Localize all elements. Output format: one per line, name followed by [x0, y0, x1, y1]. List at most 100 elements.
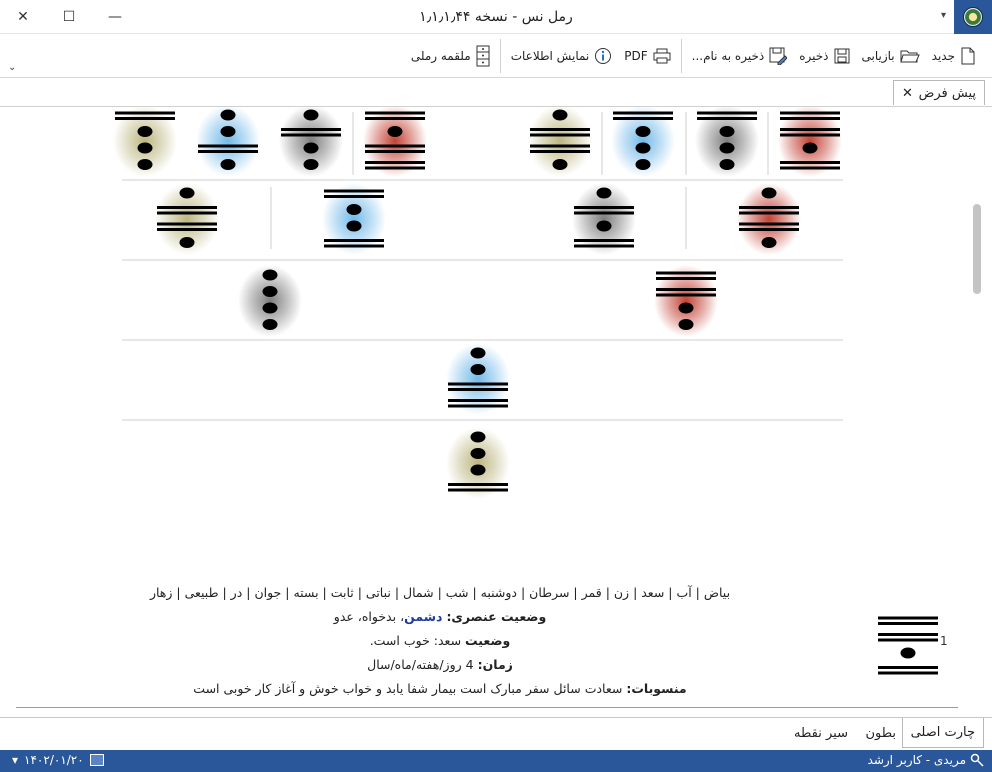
tab-wombs[interactable]: بطون — [857, 718, 904, 748]
ribbon-collapse-icon[interactable]: ⌄ — [8, 62, 16, 73]
figure-bar — [574, 206, 634, 209]
figure-bar — [878, 633, 938, 636]
figure-dot — [761, 187, 777, 199]
table-button[interactable]: ملقمه رملی — [405, 43, 496, 69]
app-logo[interactable] — [954, 0, 992, 34]
status-date[interactable]: ▾ ۱۴۰۲/۰۱/۲۰ — [12, 753, 104, 767]
open-button[interactable]: بازیابی — [856, 43, 926, 69]
show-info-button[interactable]: نمایش اطلاعات — [505, 43, 619, 69]
figure-dot — [552, 109, 568, 121]
document-tab-strip: پیش فرض ✕ — [0, 78, 992, 106]
figure-dot — [761, 237, 777, 248]
geomancy-chart — [113, 107, 938, 675]
figure-bar — [157, 222, 217, 226]
figure-bar — [448, 399, 508, 402]
figure-dot — [262, 319, 278, 330]
time-line: زمان: 4 روز/هفته/ماه/سال — [140, 657, 740, 672]
figure-dot — [220, 126, 236, 137]
ribbon-separator — [499, 39, 501, 73]
figure-bar — [780, 111, 840, 115]
printer-icon — [653, 48, 671, 64]
witness-figure — [654, 265, 718, 337]
pdf-button-label: PDF — [624, 49, 648, 63]
figure-dot — [678, 302, 694, 314]
show-info-button-label: نمایش اطلاعات — [510, 49, 590, 63]
figure-bar — [365, 166, 425, 170]
figure-dot — [303, 159, 319, 170]
close-tab-icon[interactable]: ✕ — [902, 86, 913, 101]
figure-bar — [365, 144, 425, 148]
figure-bar — [530, 133, 590, 137]
tab-default[interactable]: پیش فرض ✕ — [893, 80, 985, 105]
figure-bar — [324, 239, 384, 242]
figure-dot — [387, 126, 403, 137]
scrollbar-thumb[interactable] — [973, 204, 981, 294]
figure-bar — [198, 150, 258, 153]
tab-wombs-label: بطون — [865, 725, 896, 741]
figure-bar — [574, 239, 634, 242]
figure-bar — [324, 195, 384, 198]
figure-bar — [115, 117, 175, 120]
status-date-label: ۱۴۰۲/۰۱/۲۰ — [24, 753, 84, 767]
tab-main-chart[interactable]: چارت اصلی — [901, 718, 984, 748]
figure-bar — [448, 488, 508, 492]
status-value: سعد: خوب است. — [369, 633, 462, 648]
tab-default-label: پیش فرض — [918, 85, 976, 101]
figure-bar — [739, 211, 799, 215]
figure-bar — [281, 133, 341, 137]
figure-dot — [635, 159, 651, 170]
figure-bar — [574, 244, 634, 248]
mother-figure — [695, 107, 759, 177]
figure-bar — [878, 616, 938, 620]
figure-bar — [365, 117, 425, 120]
figure-bar — [324, 244, 384, 248]
quick-access-dropdown-icon[interactable]: ▾ — [941, 10, 946, 21]
calendar-icon — [89, 754, 104, 766]
figure-bar — [739, 222, 799, 226]
figure-dot — [262, 269, 278, 281]
figure-bar — [448, 388, 508, 391]
save-button-label: ذخیره — [799, 49, 829, 63]
figure-attributes: بیاض | آب | سعد | زن | قمر | سرطان | دوش… — [149, 585, 731, 600]
witness-figure — [238, 265, 302, 337]
figure-dot — [470, 431, 486, 443]
tab-point-path[interactable]: سیر نقطه — [786, 718, 856, 748]
status-bar: مریدی - کاربر ارشد ▾ ۱۴۰۲/۰۱/۲۰ — [0, 750, 992, 772]
figure-bar — [613, 117, 673, 120]
element-status-value: دشمن — [404, 609, 443, 624]
figure-dot — [137, 126, 153, 137]
figure-bar — [739, 206, 799, 209]
save-button[interactable]: ذخیره — [793, 43, 855, 69]
figure-bar — [365, 111, 425, 115]
figure-bar — [878, 622, 938, 625]
figure-bar — [324, 189, 384, 193]
ascribed-line: منسوبات: سعادت سائل سفر مبارک است بیمار … — [140, 681, 740, 696]
figure-bar — [530, 144, 590, 148]
figure-dot — [596, 220, 612, 232]
status-line: وضعیت سعد: خوب است. — [140, 633, 740, 648]
save-as-button[interactable]: ذخیره به نام... — [686, 43, 794, 69]
figure-bar — [198, 144, 258, 148]
status-label: وضعیت — [465, 633, 511, 648]
figure-dot — [137, 159, 153, 170]
niece-figure — [155, 183, 219, 255]
figure-bar — [878, 671, 938, 675]
save-as-button-label: ذخیره به نام... — [691, 49, 765, 63]
ribbon-toolbar: جدید بازیابی ذخیره ذخیره به نام... PDF ن… — [0, 34, 992, 78]
figure-bar — [878, 666, 938, 669]
figure-dot — [470, 364, 486, 375]
save-icon — [834, 48, 849, 64]
ribbon-file-group: جدید بازیابی ذخیره ذخیره به نام... PDF ن… — [405, 38, 982, 74]
window-title: رمل نس - نسخه ۱٫۱٫۱٫۴۴ — [419, 9, 573, 25]
figure-bar — [697, 111, 757, 115]
figure-dot — [719, 159, 735, 170]
date-dropdown-icon[interactable]: ▾ — [12, 753, 18, 767]
figure-dot — [179, 237, 195, 248]
pdf-button[interactable]: PDF — [618, 43, 676, 69]
figure-dot — [470, 464, 486, 476]
figure-dot — [802, 142, 818, 154]
main-chart-area: بیاض | آب | سعد | زن | قمر | سرطان | دوش… — [0, 106, 992, 717]
vertical-scrollbar[interactable] — [970, 107, 984, 717]
status-user[interactable]: مریدی - کاربر ارشد — [868, 753, 984, 767]
new-button[interactable]: جدید — [926, 43, 982, 69]
